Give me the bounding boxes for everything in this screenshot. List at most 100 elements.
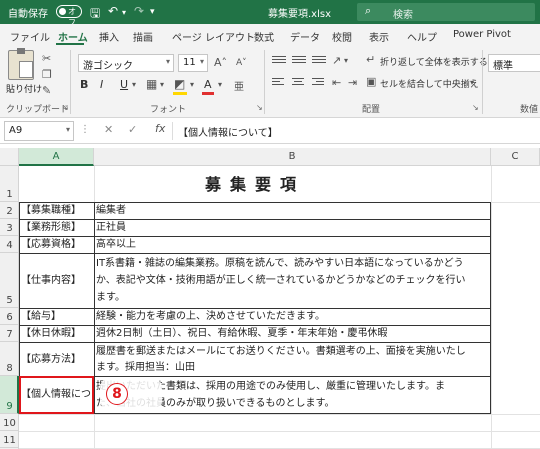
chevron-down-icon[interactable]: ▾: [344, 56, 348, 65]
cell-value[interactable]: 週休2日制（土日）、祝日、有給休暇、夏季・年末年始・慶弔休暇: [96, 325, 488, 342]
row-header[interactable]: 5: [0, 253, 19, 308]
cell-value[interactable]: 高卒以上: [96, 236, 488, 253]
cell-label[interactable]: 【休日休暇】: [21, 325, 93, 342]
undo-dropdown-icon[interactable]: ▾: [122, 8, 126, 17]
copy-icon[interactable]: ❐: [42, 68, 52, 81]
tab-draw[interactable]: 描画: [133, 29, 153, 44]
bold-button[interactable]: B: [80, 78, 88, 91]
row-header[interactable]: 2: [0, 202, 19, 219]
column-header-c[interactable]: C: [491, 148, 540, 166]
row-header[interactable]: 11: [0, 431, 19, 448]
column-header-a[interactable]: A: [19, 148, 94, 166]
tab-view[interactable]: 表示: [369, 29, 389, 44]
cell-label[interactable]: 【応募方法】: [21, 351, 93, 368]
fill-color-icon[interactable]: ◩: [174, 77, 185, 91]
row-header[interactable]: 6: [0, 308, 19, 325]
chevron-down-icon[interactable]: ▾: [160, 80, 164, 89]
cell-value-line[interactable]: 履歴書を郵送またはメールにてお送りください。書類選考の上、面接を実施いたし: [96, 343, 490, 360]
decrease-indent-icon[interactable]: ⇤: [332, 76, 341, 89]
row-number: 9: [6, 401, 13, 412]
name-box[interactable]: A9 ▾: [4, 121, 74, 141]
row-header[interactable]: 10: [0, 414, 19, 431]
phonetic-guide-icon[interactable]: 亜: [234, 78, 244, 93]
merge-center-icon[interactable]: ▣: [366, 75, 376, 88]
borders-icon[interactable]: ▦: [146, 77, 157, 91]
font-name-select[interactable]: 游ゴシック ▾: [78, 54, 174, 72]
orientation-icon[interactable]: ↗: [332, 54, 341, 67]
align-left-icon[interactable]: [272, 76, 286, 88]
merge-center-button[interactable]: セルを結合して中央揃え: [380, 77, 479, 90]
cell-value-line[interactable]: IT系書籍・雑誌の編集業務。原稿を読んで、読みやすい日本語になっているかどう: [96, 255, 490, 272]
shrink-font-icon[interactable]: A˅: [236, 58, 247, 68]
number-format-select[interactable]: 標準: [488, 54, 540, 72]
sheet-title[interactable]: 募集要項: [19, 166, 491, 202]
paste-icon[interactable]: [8, 48, 34, 80]
align-bottom-icon[interactable]: [312, 54, 326, 66]
cell-value-line[interactable]: ます。採用担当：山田: [96, 359, 490, 376]
align-center-icon[interactable]: [292, 76, 306, 88]
cut-icon[interactable]: ✂: [42, 52, 51, 65]
cell-label[interactable]: 【応募資格】: [21, 236, 93, 253]
autosave-toggle[interactable]: オフ: [56, 5, 82, 27]
formula-input[interactable]: 【個人情報について】: [178, 124, 278, 139]
cell-label[interactable]: 【仕事内容】: [21, 272, 93, 289]
select-all-button[interactable]: [0, 148, 19, 166]
enter-icon[interactable]: ✓: [128, 123, 137, 136]
chevron-down-icon[interactable]: ▾: [470, 78, 474, 87]
row-header[interactable]: 1: [0, 166, 19, 202]
step-number-badge: 8: [106, 383, 128, 405]
font-color-button[interactable]: A: [204, 78, 212, 91]
cell-value-line[interactable]: ます。: [96, 289, 490, 306]
tab-home[interactable]: ホーム: [58, 29, 88, 44]
align-middle-icon[interactable]: [292, 54, 306, 66]
tab-formulas[interactable]: 数式: [254, 29, 274, 44]
italic-button[interactable]: I: [100, 78, 103, 91]
row-header[interactable]: 8: [0, 342, 19, 376]
row-number: 4: [6, 240, 13, 251]
wrap-text-button[interactable]: 折り返して全体を表示する: [380, 55, 488, 68]
wrap-text-icon[interactable]: ↵: [366, 53, 375, 66]
cell-value[interactable]: 正社員: [96, 219, 488, 236]
save-icon[interactable]: 🖫: [90, 4, 100, 25]
customize-qat-icon[interactable]: ▾: [150, 7, 155, 17]
cell-value[interactable]: 編集者: [96, 202, 488, 219]
tab-power-pivot[interactable]: Power Pivot: [453, 29, 511, 40]
chevron-down-icon[interactable]: ▾: [132, 80, 136, 89]
paste-button-label[interactable]: 貼り付け: [6, 82, 42, 95]
row-header-selected[interactable]: 9: [0, 376, 19, 414]
cell-value-line[interactable]: か、表記や文体・技術用語が正しく統一されているかどうかなどのチェックを行い: [96, 272, 490, 289]
increase-indent-icon[interactable]: ⇥: [348, 76, 357, 89]
alignment-launcher-icon[interactable]: ↘: [472, 103, 479, 112]
cell-label[interactable]: 【募集職種】: [21, 202, 93, 219]
tab-review[interactable]: 校閲: [332, 29, 352, 44]
row-header[interactable]: 3: [0, 219, 19, 236]
cancel-icon[interactable]: ✕: [104, 123, 113, 136]
align-right-icon[interactable]: [312, 76, 326, 88]
format-painter-icon[interactable]: ✎: [42, 84, 51, 97]
font-launcher-icon[interactable]: ↘: [256, 103, 263, 112]
cell-value[interactable]: 経験・能力を考慮の上、決めさせていただきます。: [96, 308, 488, 325]
chevron-down-icon[interactable]: ▾: [218, 80, 222, 89]
column-header-b[interactable]: B: [94, 148, 491, 166]
align-top-icon[interactable]: [272, 54, 286, 66]
undo-icon[interactable]: ↶: [108, 4, 118, 18]
font-group-label: フォント: [150, 105, 187, 115]
row-header[interactable]: 7: [0, 325, 19, 342]
insert-function-button[interactable]: fx: [155, 122, 165, 135]
chevron-down-icon[interactable]: ▾: [190, 80, 194, 89]
font-size-select[interactable]: 11 ▾: [178, 54, 208, 72]
tab-help[interactable]: ヘルプ: [407, 29, 437, 44]
grow-font-icon[interactable]: A˄: [214, 56, 227, 69]
tab-data[interactable]: データ: [290, 29, 320, 44]
more-icon[interactable]: ⋮: [80, 124, 90, 135]
cell-label[interactable]: 【給与】: [21, 308, 93, 325]
clipboard-launcher-icon[interactable]: ↘: [62, 103, 69, 112]
search-box[interactable]: ⌕ 検索: [357, 3, 535, 21]
tab-page-layout[interactable]: ページ レイアウト: [172, 29, 255, 44]
tab-file[interactable]: ファイル: [10, 29, 50, 44]
underline-button[interactable]: U: [120, 78, 128, 91]
cell-label[interactable]: 【業務形態】: [21, 219, 93, 236]
row-header[interactable]: 4: [0, 236, 19, 253]
tab-insert[interactable]: 挿入: [99, 29, 119, 44]
redo-icon[interactable]: ↷: [134, 4, 144, 18]
